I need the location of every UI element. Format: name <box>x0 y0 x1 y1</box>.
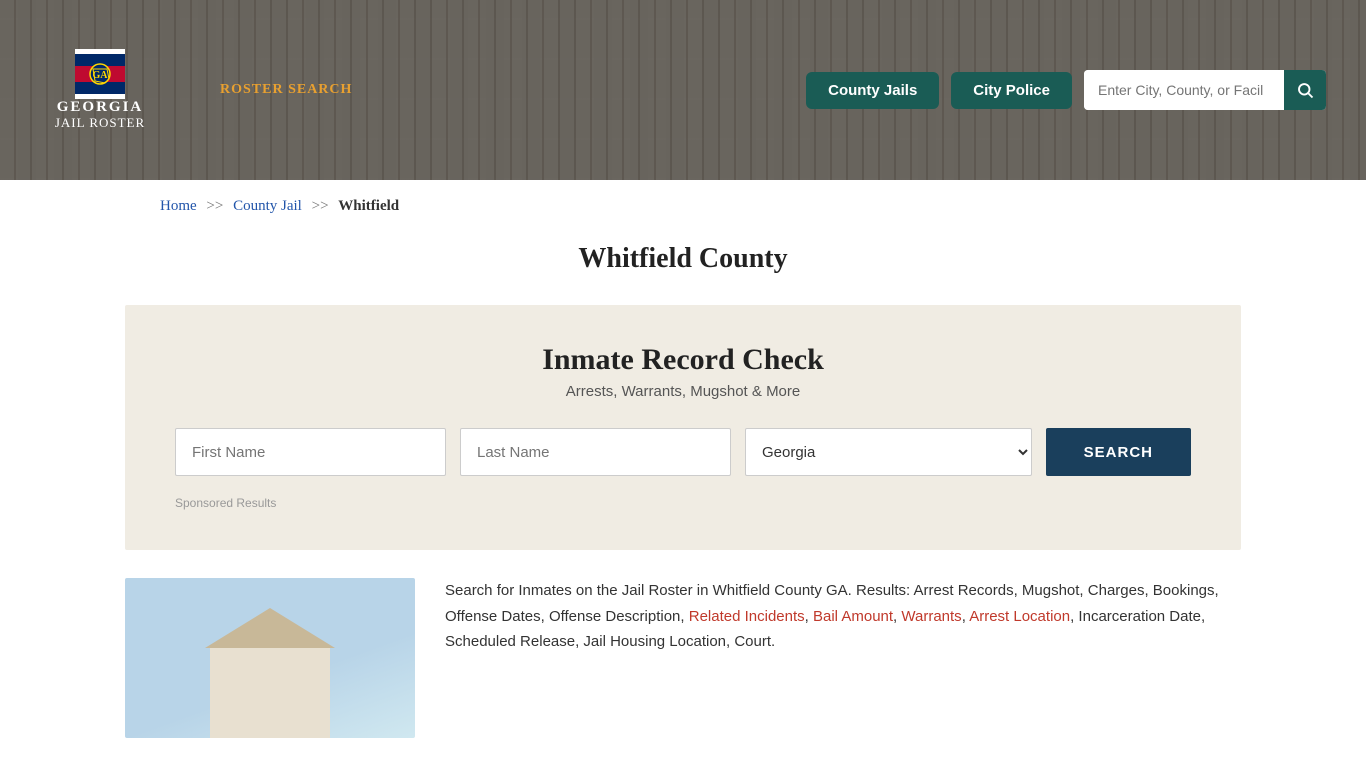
inmate-search-button[interactable]: SEARCH <box>1046 428 1191 476</box>
header-search-bar <box>1084 70 1326 110</box>
site-logo[interactable]: GA GEORGIA JAIL ROSTER <box>40 49 160 131</box>
breadcrumb-sep1: >> <box>206 198 223 214</box>
state-select[interactable]: Georgia <box>745 428 1032 476</box>
inmate-form-row: Georgia SEARCH <box>175 428 1191 476</box>
inmate-record-box: Inmate Record Check Arrests, Warrants, M… <box>125 305 1241 550</box>
sponsored-results-label: Sponsored Results <box>175 496 1191 510</box>
county-jails-button[interactable]: County Jails <box>806 72 939 109</box>
logo-georgia: GEORGIA <box>55 99 145 116</box>
highlight-warrants: Warrants <box>901 608 961 625</box>
breadcrumb-county-jail[interactable]: County Jail <box>233 198 302 214</box>
county-building-image <box>125 578 415 738</box>
city-police-button[interactable]: City Police <box>951 72 1072 109</box>
breadcrumb-sep2: >> <box>312 198 329 214</box>
site-header: GA GEORGIA JAIL ROSTER ROSTER SEARCH Cou… <box>0 0 1366 180</box>
breadcrumb: Home >> County Jail >> Whitfield <box>0 180 1366 233</box>
logo-text: GEORGIA JAIL ROSTER <box>55 99 145 131</box>
first-name-input[interactable] <box>175 428 446 476</box>
inmate-record-title: Inmate Record Check <box>175 343 1191 377</box>
header-right: County Jails City Police <box>806 70 1326 110</box>
georgia-flag-icon: GA <box>75 49 125 99</box>
logo-jail-roster: JAIL ROSTER <box>55 116 145 131</box>
breadcrumb-current: Whitfield <box>338 198 399 214</box>
header-search-button[interactable] <box>1284 70 1326 110</box>
highlight-bail-amount: Bail Amount <box>813 608 893 625</box>
bottom-section: Search for Inmates on the Jail Roster in… <box>0 550 1366 766</box>
highlight-related-incidents: Related Incidents <box>689 608 805 625</box>
page-title: Whitfield County <box>0 243 1366 275</box>
header-search-input[interactable] <box>1084 70 1284 110</box>
breadcrumb-home[interactable]: Home <box>160 198 197 214</box>
highlight-arrest-location: Arrest Location <box>969 608 1070 625</box>
bottom-description: Search for Inmates on the Jail Roster in… <box>445 578 1241 655</box>
page-title-section: Whitfield County <box>0 233 1366 305</box>
last-name-input[interactable] <box>460 428 731 476</box>
inmate-record-subtitle: Arrests, Warrants, Mugshot & More <box>175 383 1191 400</box>
search-icon <box>1296 81 1314 99</box>
roster-search-nav[interactable]: ROSTER SEARCH <box>220 82 352 98</box>
